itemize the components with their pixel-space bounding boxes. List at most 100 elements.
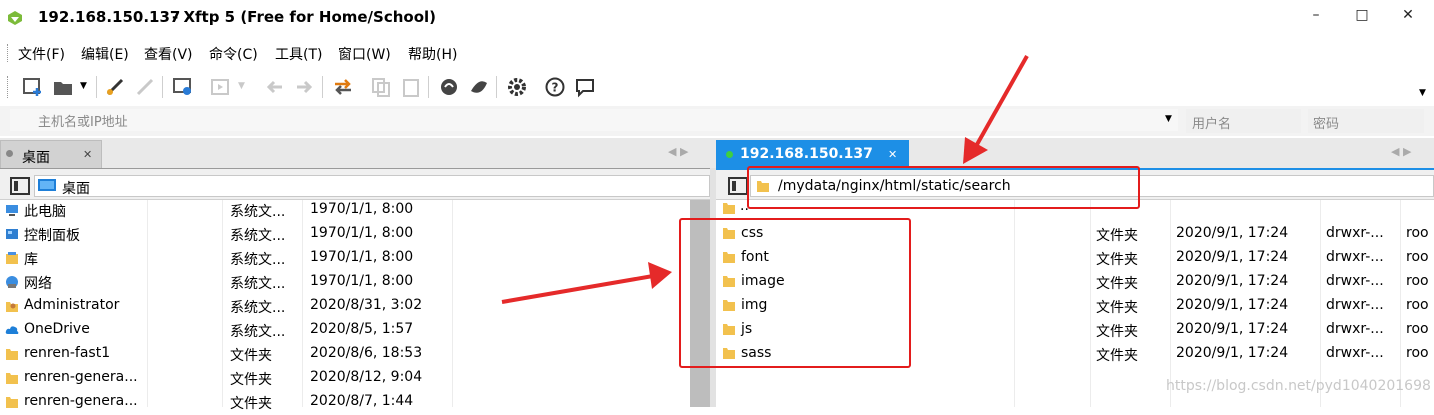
menu-window[interactable]: 窗口(W) xyxy=(338,44,391,64)
toggle-tree-icon[interactable] xyxy=(10,177,30,195)
file-modified: 2020/9/1, 17:24 xyxy=(1176,345,1289,361)
file-type: 文件夹 xyxy=(230,348,272,364)
xshell-icon[interactable] xyxy=(438,76,460,98)
maximize-button[interactable]: □ xyxy=(1339,0,1385,32)
file-owner: roo xyxy=(1406,345,1429,361)
menu-edit[interactable]: 编辑(E) xyxy=(81,44,129,64)
local-file-row[interactable]: 此电脑 系统文... 1970/1/1, 8:00 xyxy=(0,199,690,223)
folder-icon xyxy=(6,349,18,360)
tab-scroll-left-icon[interactable]: ◀ ▶ xyxy=(668,145,688,158)
local-file-row[interactable]: renren-fast1 文件夹 2020/8/6, 18:53 xyxy=(0,343,690,367)
file-type: 系统文... xyxy=(230,300,286,316)
computer-icon xyxy=(6,205,18,216)
file-modified: 1970/1/1, 8:00 xyxy=(310,249,414,265)
file-owner: roo xyxy=(1406,225,1429,241)
file-modified: 1970/1/1, 8:00 xyxy=(310,201,414,217)
minimize-button[interactable]: – xyxy=(1293,0,1339,32)
toolbar-separator xyxy=(162,76,163,98)
tab-status-dot xyxy=(6,150,13,157)
help-icon[interactable]: ? xyxy=(544,76,566,98)
tab-close-icon[interactable]: ✕ xyxy=(888,148,897,161)
toolbar-separator xyxy=(96,76,97,98)
toolbar-overflow-icon[interactable]: ▼ xyxy=(1419,88,1426,98)
parent-folder-icon xyxy=(723,203,735,214)
open-dropdown-icon[interactable]: ▼ xyxy=(80,81,87,91)
file-owner: roo xyxy=(1406,321,1429,337)
copy-icon xyxy=(372,78,390,97)
menu-help[interactable]: 帮助(H) xyxy=(408,44,457,64)
chat-icon[interactable] xyxy=(574,76,596,98)
local-path-input[interactable] xyxy=(34,175,710,197)
gear-icon[interactable] xyxy=(506,76,528,98)
host-input[interactable] xyxy=(10,109,1178,131)
toolbar-separator xyxy=(428,76,429,98)
username-placeholder: 用户名 xyxy=(1192,117,1232,132)
file-type: 文件夹 xyxy=(1096,348,1138,364)
menu-file[interactable]: 文件(F) xyxy=(18,44,65,64)
file-type: 文件夹 xyxy=(230,396,272,412)
toggle-tree-icon[interactable] xyxy=(728,177,748,195)
file-modified: 2020/9/1, 17:24 xyxy=(1176,273,1289,289)
file-type: 文件夹 xyxy=(230,372,272,388)
connect-icon[interactable] xyxy=(104,76,126,98)
annotation-path-box xyxy=(747,166,1140,209)
local-file-row[interactable]: Administrator 系统文... 2020/8/31, 3:02 xyxy=(0,295,690,319)
local-file-row[interactable]: 库 系统文... 1970/1/1, 8:00 xyxy=(0,247,690,271)
folder-icon xyxy=(6,373,18,384)
file-permissions: drwxr-... xyxy=(1326,345,1384,361)
network-icon xyxy=(6,276,18,288)
file-name: renren-fast1 xyxy=(24,345,111,361)
file-name: 网络 xyxy=(24,276,52,292)
file-name: 此电脑 xyxy=(24,204,66,220)
sync-arrows-icon[interactable] xyxy=(332,76,354,98)
user-folder-icon xyxy=(6,302,18,312)
open-folder-icon[interactable] xyxy=(52,76,74,98)
host-input-placeholder: 主机名或IP地址 xyxy=(38,115,128,130)
file-permissions: drwxr-... xyxy=(1326,321,1384,337)
window-title-host: 192.168.150.137 xyxy=(38,8,181,26)
tab-scroll-right-icon[interactable]: ◀ ▶ xyxy=(1391,145,1411,158)
file-name: 控制面板 xyxy=(24,228,80,244)
file-name: Administrator xyxy=(24,297,120,313)
local-file-row[interactable]: 控制面板 系统文... 1970/1/1, 8:00 xyxy=(0,223,690,247)
file-type: 文件夹 xyxy=(1096,324,1138,340)
host-dropdown-icon[interactable]: ▼ xyxy=(1165,114,1172,124)
menu-command[interactable]: 命令(C) xyxy=(209,44,258,64)
library-icon xyxy=(6,252,18,264)
local-file-row[interactable]: 网络 系统文... 1970/1/1, 8:00 xyxy=(0,271,690,295)
file-modified: 2020/8/5, 1:57 xyxy=(310,321,414,337)
control-panel-icon xyxy=(6,229,18,239)
new-session-icon[interactable] xyxy=(22,76,44,98)
file-name: renren-genera... xyxy=(24,369,138,385)
disconnect-icon xyxy=(136,78,154,96)
xftp-icon[interactable] xyxy=(468,76,490,98)
cloud-icon xyxy=(5,326,19,334)
file-type: 文件夹 xyxy=(1096,228,1138,244)
local-file-row[interactable]: renren-genera... 文件夹 2020/8/7, 1:44 xyxy=(0,391,690,415)
watermark: https://blog.csdn.net/pyd1040201698 xyxy=(1166,378,1431,394)
menu-grip xyxy=(7,44,10,62)
xftp-app-icon xyxy=(8,11,22,25)
tab-remote-label: 192.168.150.137 xyxy=(740,146,873,162)
menu-view[interactable]: 查看(V) xyxy=(144,44,193,64)
file-type: 系统文... xyxy=(230,228,286,244)
tab-connected-dot xyxy=(726,151,733,158)
file-permissions: drwxr-... xyxy=(1326,297,1384,313)
file-type: 系统文... xyxy=(230,204,286,220)
toolbar-separator xyxy=(322,76,323,98)
menu-tools[interactable]: 工具(T) xyxy=(275,44,322,64)
local-file-row[interactable]: OneDrive 系统文... 2020/8/5, 1:57 xyxy=(0,319,690,343)
file-modified: 2020/9/1, 17:24 xyxy=(1176,225,1289,241)
file-type: 文件夹 xyxy=(1096,276,1138,292)
file-modified: 2020/9/1, 17:24 xyxy=(1176,321,1289,337)
tab-close-icon[interactable]: ✕ xyxy=(83,148,92,161)
properties-icon[interactable] xyxy=(172,76,194,98)
file-permissions: drwxr-... xyxy=(1326,273,1384,289)
close-button[interactable]: ✕ xyxy=(1385,0,1431,32)
file-type: 文件夹 xyxy=(1096,300,1138,316)
local-file-row[interactable]: renren-genera... 文件夹 2020/8/12, 9:04 xyxy=(0,367,690,391)
transfer-icon xyxy=(211,79,229,95)
file-modified: 2020/8/6, 18:53 xyxy=(310,345,423,361)
local-path-text: 桌面 xyxy=(62,181,90,197)
desktop-icon xyxy=(38,179,56,191)
